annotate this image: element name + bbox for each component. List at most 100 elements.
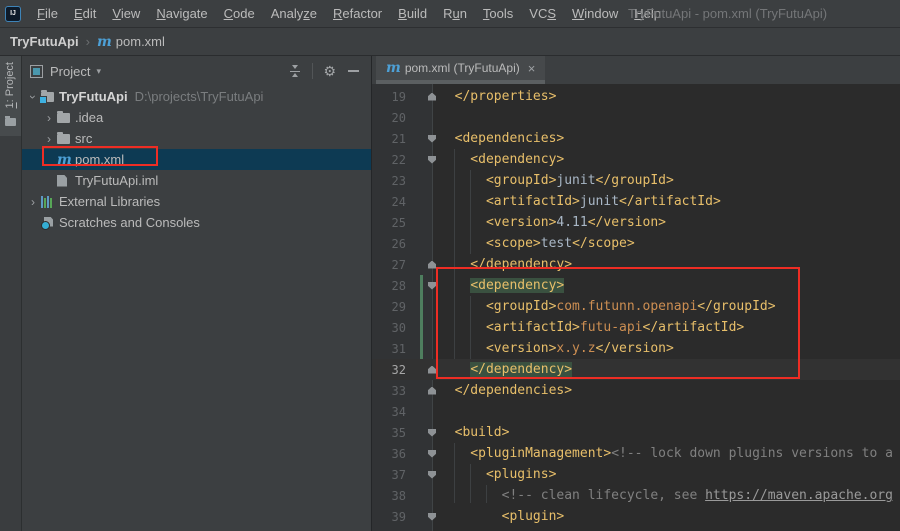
menu-refactor[interactable]: Refactor	[325, 6, 390, 21]
breadcrumb-project[interactable]: TryFutuApi	[10, 34, 79, 49]
code-token: futu-api	[580, 320, 643, 335]
code-line[interactable]: 29 <groupId>com.futunn.openapi</groupId>	[372, 296, 900, 317]
fold-down-icon[interactable]	[428, 450, 436, 458]
menu-window[interactable]: Window	[564, 6, 626, 21]
chevron-collapsed-icon[interactable]: ›	[41, 111, 57, 125]
fold-down-icon[interactable]	[428, 513, 436, 521]
code-line[interactable]: 37 <plugins>	[372, 464, 900, 485]
project-tool-button-label: 1: Project	[4, 62, 16, 108]
line-number: 23	[372, 174, 406, 188]
line-number: 25	[372, 216, 406, 230]
fold-column	[406, 464, 439, 485]
menu-analyze[interactable]: Analyze	[263, 6, 325, 21]
code-token: <build>	[439, 425, 509, 440]
menu-navigate[interactable]: Navigate	[148, 6, 215, 21]
menu-view[interactable]: View	[104, 6, 148, 21]
hide-panel-icon[interactable]	[348, 70, 359, 72]
tree-item-src[interactable]: › src	[22, 128, 371, 149]
tree-item-iml[interactable]: TryFutuApi.iml	[22, 170, 371, 191]
collapse-all-icon[interactable]	[288, 64, 302, 78]
line-number: 19	[372, 90, 406, 104]
code-line[interactable]: 20	[372, 107, 900, 128]
tree-item-pom[interactable]: m pom.xml	[22, 149, 371, 170]
menu-bar: IJ FileEditViewNavigateCodeAnalyzeRefact…	[0, 0, 900, 28]
fold-up-icon[interactable]	[428, 387, 436, 395]
fold-column	[406, 275, 439, 296]
code-line[interactable]: 19 </properties>	[372, 86, 900, 107]
code-token: </artifactId>	[643, 320, 745, 335]
code-token: </dependency>	[470, 362, 572, 377]
code-editor[interactable]: 19 </properties>2021 <dependencies>22 <d…	[372, 84, 900, 531]
tree-item-label: TryFutuApi.iml	[75, 173, 158, 188]
code-text: <dependencies>	[439, 131, 564, 146]
code-line[interactable]: 23 <groupId>junit</groupId>	[372, 170, 900, 191]
fold-down-icon[interactable]	[428, 471, 436, 479]
fold-down-icon[interactable]	[428, 135, 436, 143]
fold-up-icon[interactable]	[428, 261, 436, 269]
menu-run[interactable]: Run	[435, 6, 475, 21]
fold-up-icon[interactable]	[428, 366, 436, 374]
code-text: <!-- clean lifecycle, see https://maven.…	[439, 488, 893, 503]
menu-build[interactable]: Build	[390, 6, 435, 21]
code-token: x.y.z	[556, 341, 595, 356]
code-line[interactable]: 21 <dependencies>	[372, 128, 900, 149]
code-line[interactable]: 22 <dependency>	[372, 149, 900, 170]
menu-edit[interactable]: Edit	[66, 6, 104, 21]
tree-item-label: TryFutuApi	[59, 89, 128, 104]
gear-icon[interactable]: ⚙	[323, 64, 336, 78]
menu-code[interactable]: Code	[216, 6, 263, 21]
folder-icon	[57, 113, 70, 123]
project-tool-button[interactable]: 1: Project	[0, 56, 21, 136]
code-line[interactable]: 39 <plugin>	[372, 506, 900, 527]
code-token: <version>	[439, 215, 556, 230]
code-text: </properties>	[439, 89, 556, 104]
project-panel-title[interactable]: Project	[50, 64, 90, 79]
code-line[interactable]: 27 </dependency>	[372, 254, 900, 275]
code-text: <groupId>junit</groupId>	[439, 173, 674, 188]
code-token: <dependency>	[439, 152, 564, 167]
fold-down-icon[interactable]	[428, 282, 436, 290]
code-line[interactable]: 31 <version>x.y.z</version>	[372, 338, 900, 359]
chevron-expanded-icon[interactable]: ›	[26, 89, 40, 105]
fold-column	[406, 149, 439, 170]
tab-pom-xml[interactable]: m pom.xml (TryFutuApi) ×	[376, 56, 545, 84]
fold-down-icon[interactable]	[428, 156, 436, 164]
code-token: <artifactId>	[439, 194, 580, 209]
code-line[interactable]: 36 <pluginManagement><!-- lock down plug…	[372, 443, 900, 464]
tree-item-root[interactable]: › TryFutuApi D:\projects\TryFutuApi	[22, 86, 371, 107]
code-line[interactable]: 40 <artifactId>maven-clean-plugin</artif…	[372, 527, 900, 531]
code-lines: 19 </properties>2021 <dependencies>22 <d…	[372, 86, 900, 531]
fold-up-icon[interactable]	[428, 93, 436, 101]
tree-item-scratches[interactable]: Scratches and Consoles	[22, 212, 371, 233]
breadcrumb-file[interactable]: pom.xml	[116, 34, 165, 49]
code-line[interactable]: 26 <scope>test</scope>	[372, 233, 900, 254]
menu-tools[interactable]: Tools	[475, 6, 521, 21]
code-line[interactable]: 35 <build>	[372, 422, 900, 443]
chevron-collapsed-icon[interactable]: ›	[25, 195, 41, 209]
code-token: </dependency>	[439, 257, 572, 272]
chevron-down-icon[interactable]: ▾	[96, 66, 101, 77]
code-line[interactable]: 38 <!-- clean lifecycle, see https://mav…	[372, 485, 900, 506]
chevron-collapsed-icon[interactable]: ›	[41, 132, 57, 146]
code-token: 4.11	[556, 215, 587, 230]
fold-column	[406, 317, 439, 338]
line-number: 31	[372, 342, 406, 356]
fold-column	[406, 233, 439, 254]
code-line[interactable]: 25 <version>4.11</version>	[372, 212, 900, 233]
editor-tab-bar: m pom.xml (TryFutuApi) ×	[372, 56, 900, 84]
code-line[interactable]: 33 </dependencies>	[372, 380, 900, 401]
line-number: 32	[372, 363, 406, 377]
menu-file[interactable]: File	[29, 6, 66, 21]
code-line[interactable]: 28 <dependency>	[372, 275, 900, 296]
code-line[interactable]: 32 </dependency>	[372, 359, 900, 380]
close-icon[interactable]: ×	[528, 62, 536, 75]
fold-column	[406, 212, 439, 233]
fold-down-icon[interactable]	[428, 429, 436, 437]
code-line[interactable]: 30 <artifactId>futu-api</artifactId>	[372, 317, 900, 338]
tree-item-external-libraries[interactable]: › External Libraries	[22, 191, 371, 212]
menu-vcs[interactable]: VCS	[521, 6, 564, 21]
tree-item-idea[interactable]: › .idea	[22, 107, 371, 128]
code-line[interactable]: 34	[372, 401, 900, 422]
fold-column	[406, 359, 439, 380]
code-line[interactable]: 24 <artifactId>junit</artifactId>	[372, 191, 900, 212]
